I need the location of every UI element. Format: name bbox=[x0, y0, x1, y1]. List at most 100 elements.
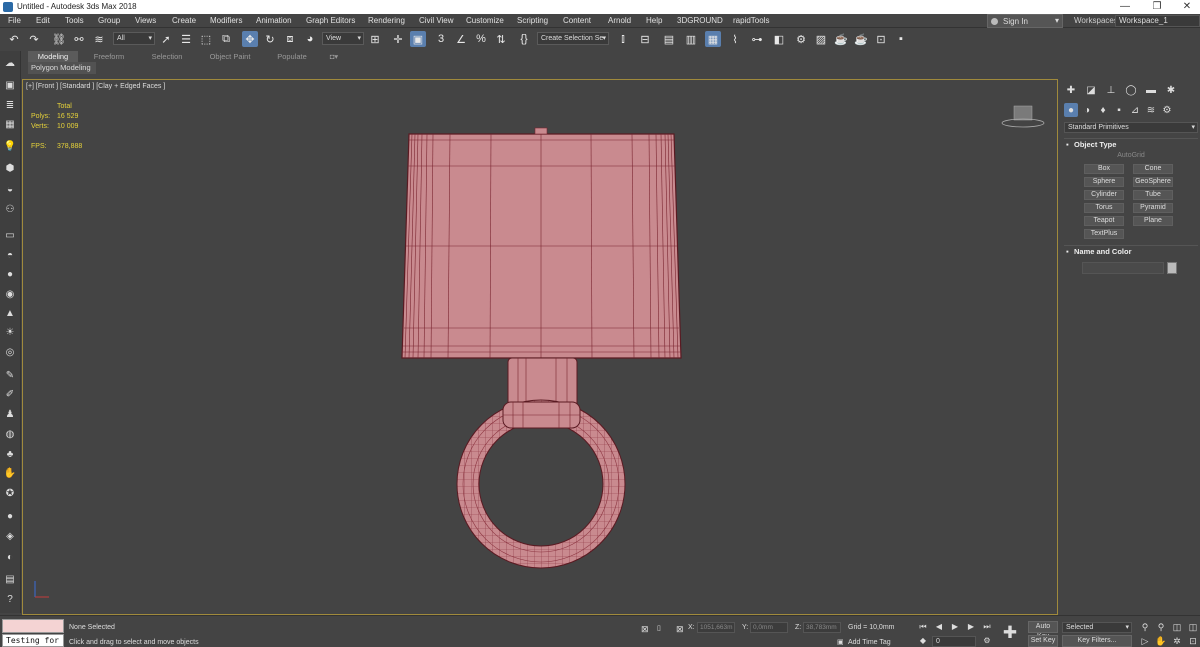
viewport-layout-icon[interactable]: ☁ bbox=[3, 56, 17, 70]
material-sphere-icon[interactable]: ● bbox=[3, 509, 17, 523]
shapes-icon[interactable]: ◑ bbox=[1080, 103, 1094, 117]
undo-icon[interactable]: ↶ bbox=[6, 31, 22, 47]
zoom-icon[interactable]: ⚲ bbox=[1139, 621, 1151, 633]
render-in-cloud-icon[interactable]: ⊡ bbox=[873, 31, 889, 47]
material-editor-icon[interactable]: ◧ bbox=[771, 31, 787, 47]
named-selection-dropdown[interactable]: Create Selection Se ▾ bbox=[537, 32, 609, 45]
name-and-color-rollout[interactable]: ▪ Name and Color bbox=[1064, 245, 1198, 257]
set-key-button[interactable]: Set Key bbox=[1028, 635, 1058, 647]
pyramid-button[interactable]: Pyramid bbox=[1133, 203, 1173, 213]
rect-selection-icon[interactable]: ⬚ bbox=[198, 31, 214, 47]
restore-button[interactable]: ❐ bbox=[1142, 0, 1172, 14]
menu-tools[interactable]: Tools bbox=[65, 16, 84, 25]
snaps-toggle-icon[interactable]: 3 bbox=[433, 31, 449, 47]
object-color-swatch[interactable] bbox=[1167, 262, 1177, 274]
sphere-tool-icon[interactable]: ◒ bbox=[3, 182, 17, 196]
menu-modifiers[interactable]: Modifiers bbox=[210, 16, 242, 25]
display-tab-icon[interactable]: ▬ bbox=[1144, 83, 1158, 97]
cone-icon[interactable]: ▲ bbox=[3, 306, 17, 320]
object-name-input[interactable] bbox=[1082, 262, 1164, 274]
note-icon[interactable]: ▪ bbox=[893, 31, 909, 47]
unlink-icon[interactable]: ⚯ bbox=[71, 31, 87, 47]
percent-snap-icon[interactable]: % bbox=[473, 31, 489, 47]
toggle-ribbon-icon[interactable]: ▦ bbox=[705, 31, 721, 47]
menu-animation[interactable]: Animation bbox=[256, 16, 292, 25]
box-icon[interactable]: ▭ bbox=[3, 228, 17, 242]
menu-edit[interactable]: Edit bbox=[36, 16, 50, 25]
grid-icon[interactable]: ▦ bbox=[3, 117, 17, 131]
help-icon[interactable]: ? bbox=[3, 592, 17, 606]
menu-rapidtools[interactable]: rapidTools bbox=[733, 16, 769, 25]
tab-selection[interactable]: Selection bbox=[143, 51, 191, 62]
pan-icon[interactable]: ✋ bbox=[1155, 635, 1167, 647]
angle-snap-icon[interactable]: ∠ bbox=[453, 31, 469, 47]
maxscript-input[interactable]: Testing for : bbox=[2, 634, 64, 647]
select-object-icon[interactable]: ➚ bbox=[158, 31, 174, 47]
tube-button[interactable]: Tube bbox=[1133, 190, 1173, 200]
curve-editor-icon[interactable]: ⌇ bbox=[727, 31, 743, 47]
menu-file[interactable]: File bbox=[8, 16, 21, 25]
disc-icon[interactable]: ◎ bbox=[3, 345, 17, 359]
key-selection-dropdown[interactable]: Selected ▾ bbox=[1062, 622, 1132, 633]
bind-space-warp-icon[interactable]: ≋ bbox=[91, 31, 107, 47]
tab-populate[interactable]: Populate bbox=[268, 51, 316, 62]
geosphere-button[interactable]: GeoSphere bbox=[1133, 177, 1173, 187]
lock-selection-icon[interactable]: ⊠ bbox=[641, 624, 649, 635]
eye-icon[interactable]: ◉ bbox=[3, 287, 17, 301]
menu-help[interactable]: Help bbox=[646, 16, 662, 25]
spinner-snap-icon[interactable]: ⇅ bbox=[493, 31, 509, 47]
menu-group[interactable]: Group bbox=[98, 16, 120, 25]
zoom-extents-icon[interactable]: ◫ bbox=[1171, 621, 1183, 633]
menu-customize[interactable]: Customize bbox=[466, 16, 504, 25]
menu-create[interactable]: Create bbox=[172, 16, 196, 25]
maximize-viewport-icon[interactable]: ⊡ bbox=[1187, 635, 1199, 647]
align-icon[interactable]: ⊟ bbox=[637, 31, 653, 47]
play-icon[interactable]: ▶ bbox=[950, 622, 960, 632]
torus-button[interactable]: Torus bbox=[1084, 203, 1124, 213]
tab-freeform[interactable]: Freeform bbox=[85, 51, 133, 62]
layer-explorer-icon[interactable]: ▥ bbox=[683, 31, 699, 47]
keyboard-shortcut-toggle-icon[interactable]: ▣ bbox=[410, 31, 426, 47]
systems-icon[interactable]: ⚙ bbox=[1160, 103, 1174, 117]
scene-explorer-side-icon[interactable]: ▣ bbox=[3, 78, 17, 92]
add-time-tag[interactable]: Add Time Tag bbox=[848, 639, 891, 646]
field-of-view-icon[interactable]: ▷ bbox=[1139, 635, 1151, 647]
menu-content[interactable]: Content bbox=[563, 16, 591, 25]
teapot-button[interactable]: Teapot bbox=[1084, 216, 1124, 226]
cube-icon[interactable]: ⬢ bbox=[3, 161, 17, 175]
zoom-extents-all-icon[interactable]: ◫ bbox=[1187, 621, 1199, 633]
robot-icon[interactable]: ♟ bbox=[3, 407, 17, 421]
window-crossing-icon[interactable]: ⧉ bbox=[218, 31, 234, 47]
next-frame-icon[interactable]: ▶ bbox=[966, 622, 976, 632]
y-coord-field[interactable]: 0,0mm bbox=[750, 622, 788, 633]
zoom-all-icon[interactable]: ⚲ bbox=[1155, 621, 1167, 633]
x-coord-field[interactable]: 1051,663m bbox=[697, 622, 735, 633]
menu-rendering[interactable]: Rendering bbox=[368, 16, 405, 25]
camera-icon[interactable]: ⚇ bbox=[3, 202, 17, 216]
select-move-icon[interactable]: ✥ bbox=[242, 31, 258, 47]
menu-3dground[interactable]: 3DGROUND bbox=[677, 16, 723, 25]
brush-icon[interactable]: ✎ bbox=[3, 368, 17, 382]
hemisphere-icon[interactable]: ◓ bbox=[3, 248, 17, 262]
go-to-end-icon[interactable]: ⏭ bbox=[982, 622, 992, 632]
select-manipulate-icon[interactable]: ✛ bbox=[390, 31, 406, 47]
schematic-view-icon[interactable]: ⊶ bbox=[749, 31, 765, 47]
go-to-start-icon[interactable]: ⏮ bbox=[918, 622, 928, 632]
primitive-category-dropdown[interactable]: Standard Primitives ▾ bbox=[1064, 122, 1198, 133]
tab-modeling[interactable]: Modeling bbox=[28, 51, 78, 62]
plant-icon[interactable]: ♣ bbox=[3, 447, 17, 461]
key-filters-button[interactable]: Key Filters... bbox=[1062, 635, 1132, 647]
space-warps-icon[interactable]: ≋ bbox=[1144, 103, 1158, 117]
time-tag-icon[interactable]: ▣ bbox=[837, 638, 844, 646]
textplus-button[interactable]: TextPlus bbox=[1084, 229, 1124, 239]
auto-key-button[interactable]: Auto Key bbox=[1028, 621, 1058, 640]
cylinder-button[interactable]: Cylinder bbox=[1084, 190, 1124, 200]
render-iterative-icon[interactable]: ☕ bbox=[853, 31, 869, 47]
key-mode-toggle-icon[interactable]: ◆ bbox=[918, 636, 928, 646]
select-rotate-icon[interactable]: ↻ bbox=[262, 31, 278, 47]
scene-explorer-icon[interactable]: ▤ bbox=[661, 31, 677, 47]
modify-tab-icon[interactable]: ◪ bbox=[1084, 83, 1098, 97]
previous-frame-icon[interactable]: ◀ bbox=[934, 622, 944, 632]
hierarchy-tab-icon[interactable]: ⊥ bbox=[1104, 83, 1118, 97]
utilities-tab-icon[interactable]: ✱ bbox=[1164, 83, 1178, 97]
